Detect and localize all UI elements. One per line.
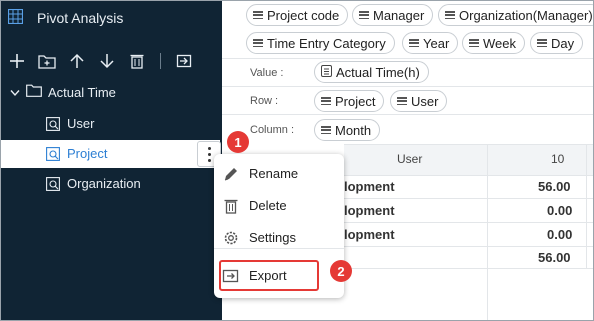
sidebar: Pivot Analysis Actual Time User Project … — [0, 0, 222, 321]
grid-row-label: lopment — [344, 227, 395, 242]
kebab-dot — [207, 146, 211, 150]
toolbar-divider — [160, 53, 161, 69]
drag-handle-icon[interactable] — [445, 11, 455, 19]
grid-header-user: User — [397, 152, 423, 166]
grid-col-divider — [487, 144, 488, 321]
value-label: Value : — [250, 67, 284, 79]
row-drop-zone[interactable]: Row : Project User — [222, 86, 594, 115]
table-icon — [7, 8, 24, 27]
folder-icon — [26, 84, 42, 100]
menu-item-label: Settings — [249, 230, 296, 245]
new-folder-icon[interactable] — [38, 52, 56, 70]
report-icon — [46, 177, 60, 194]
grid-row-value: 0.00 — [547, 203, 573, 218]
field-chip-week[interactable]: Week — [462, 32, 525, 54]
chip-label: Month — [335, 122, 372, 138]
chip-label: Actual Time(h) — [336, 64, 420, 80]
tree-item-label: Organization — [67, 176, 141, 191]
app-title: Pivot Analysis — [7, 8, 124, 27]
chip-label: Project code — [267, 7, 340, 23]
report-icon — [46, 117, 60, 134]
value-drop-zone[interactable]: Value : Actual Time(h) — [222, 58, 594, 87]
field-chip-manager[interactable]: Manager — [352, 4, 434, 26]
drag-handle-icon[interactable] — [469, 39, 479, 47]
field-chip-time-entry-category[interactable]: Time Entry Category — [246, 32, 395, 54]
field-chip-year[interactable]: Year — [402, 32, 459, 54]
grid-total-value: 56.00 — [538, 250, 571, 265]
chip-label: Project — [335, 93, 376, 109]
grid-row-value: 56.00 — [538, 179, 571, 194]
chip-label: Day — [551, 35, 575, 51]
pencil-icon — [222, 165, 240, 183]
step-2-badge: 2 — [330, 260, 352, 282]
tree-root-label: Actual Time — [48, 84, 116, 100]
chip-label: User — [411, 93, 439, 109]
row-chip-user[interactable]: User — [390, 90, 448, 112]
drag-handle-icon[interactable] — [253, 11, 263, 19]
trash-icon[interactable] — [128, 52, 146, 70]
column-chip-month[interactable]: Month — [314, 119, 381, 141]
tree-item-organization[interactable]: Organization — [0, 170, 222, 198]
column-label: Column : — [250, 124, 295, 136]
chip-label: Manager — [373, 7, 425, 23]
grid-header-col: 10 — [551, 152, 565, 166]
grid-row-divider — [344, 198, 594, 199]
drag-handle-icon[interactable] — [253, 39, 263, 47]
menu-item-label: Delete — [249, 198, 287, 213]
grid-row-divider — [344, 222, 594, 223]
grid-row-label: lopment — [344, 179, 395, 194]
menu-item-label: Rename — [249, 166, 299, 181]
export-highlight-box — [219, 260, 319, 291]
tree-item-label: User — [67, 116, 95, 131]
menu-item-delete[interactable]: Delete — [214, 192, 344, 220]
field-chip-project-code[interactable]: Project code — [246, 4, 349, 26]
field-chip-organization-manager[interactable]: Organization(Manager) — [438, 4, 594, 26]
grid-row-divider — [344, 268, 594, 269]
field-chip-day[interactable]: Day — [530, 32, 584, 54]
grid-row-label: lopment — [344, 203, 395, 218]
chip-label: Organization(Manager) — [459, 7, 593, 23]
report-icon — [46, 147, 60, 164]
chip-label: Year — [423, 35, 450, 51]
grid-row-value: 0.00 — [547, 227, 573, 242]
menu-item-rename[interactable]: Rename — [214, 160, 344, 188]
app-title-text: Pivot Analysis — [37, 10, 124, 26]
add-icon[interactable] — [8, 52, 26, 70]
value-chip-actual-time[interactable]: Actual Time(h) — [314, 61, 429, 83]
grid-col-divider — [586, 144, 587, 268]
gear-icon — [222, 229, 240, 247]
drag-handle-icon[interactable] — [321, 126, 331, 134]
import-icon[interactable] — [175, 52, 193, 70]
column-drop-zone[interactable]: Column : Month — [222, 114, 594, 143]
arrow-up-icon[interactable] — [68, 52, 86, 70]
kebab-dot — [207, 158, 211, 162]
drag-handle-icon[interactable] — [397, 97, 407, 105]
kebab-dot — [207, 152, 211, 156]
drag-handle-icon[interactable] — [537, 39, 547, 47]
tree-item-user[interactable]: User — [0, 110, 222, 138]
arrow-down-icon[interactable] — [98, 52, 116, 70]
chevron-down-icon[interactable] — [10, 85, 20, 100]
row-chip-project[interactable]: Project — [314, 90, 385, 112]
tree-item-label: Project — [67, 146, 108, 161]
drag-handle-icon[interactable] — [359, 11, 369, 19]
tree-item-project[interactable]: Project — [0, 140, 220, 168]
chip-label: Week — [483, 35, 516, 51]
drag-handle-icon[interactable] — [409, 39, 419, 47]
chip-label: Time Entry Category — [267, 35, 386, 51]
row-label: Row : — [250, 95, 279, 107]
trash-icon — [222, 197, 240, 215]
step-1-badge: 1 — [227, 131, 249, 153]
grid-row-divider — [344, 246, 594, 247]
tree-root-actual-time[interactable]: Actual Time — [10, 84, 116, 100]
menu-divider — [214, 248, 344, 249]
value-chip-icon — [321, 64, 332, 80]
sidebar-toolbar — [8, 52, 193, 70]
drag-handle-icon[interactable] — [321, 97, 331, 105]
